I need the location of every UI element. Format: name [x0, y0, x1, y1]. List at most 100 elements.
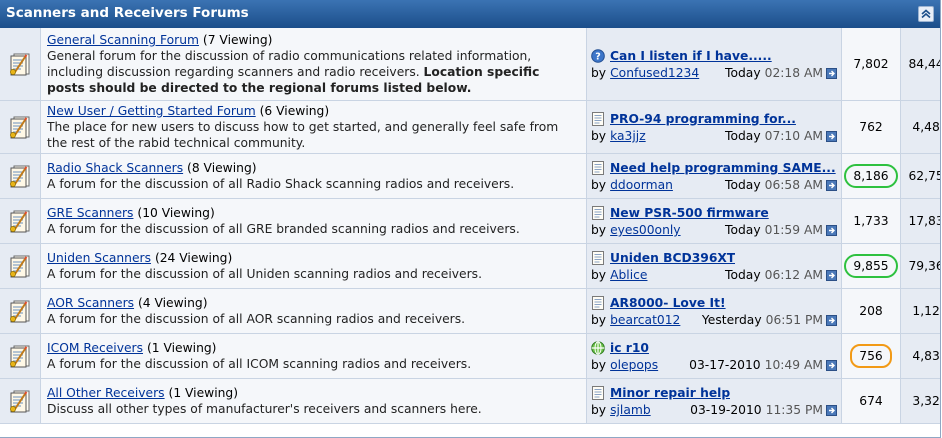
forum-name-link[interactable]: ICOM Receivers [47, 341, 143, 355]
threads-count-cell: 1,733 [841, 198, 901, 244]
by-label: by [591, 313, 607, 327]
forum-status-cell [0, 243, 41, 289]
by-label: by [591, 358, 607, 372]
go-to-last-post-icon[interactable] [826, 179, 837, 191]
go-to-last-post-icon[interactable] [826, 130, 837, 142]
forum-info-cell: AOR Scanners (4 Viewing) A forum for the… [40, 288, 587, 334]
last-post-time: 01:59 AM [764, 223, 823, 237]
forum-row: New User / Getting Started Forum (6 View… [0, 100, 940, 154]
threads-count: 1,733 [853, 214, 889, 228]
threads-count: 756 [850, 344, 892, 368]
last-post-title-link[interactable]: AR8000- Love It! [610, 296, 726, 310]
forum-status-cell [0, 288, 41, 334]
last-post-time: 02:18 AM [764, 66, 823, 80]
go-to-last-post-icon[interactable] [826, 404, 837, 416]
last-post-date: Today [725, 268, 761, 282]
forum-status-cell [0, 198, 41, 244]
threads-count-cell: 674 [841, 378, 901, 424]
last-post-title-link[interactable]: Need help programming SAME... [610, 161, 836, 175]
viewing-count: (7 Viewing) [202, 33, 273, 47]
last-post-user-link[interactable]: sjlamb [610, 403, 690, 417]
forum-status-icon [10, 345, 30, 368]
viewing-count: (24 Viewing) [154, 251, 233, 265]
last-post-title-link[interactable]: New PSR-500 firmware [610, 206, 769, 220]
forum-row: ICOM Receivers (1 Viewing) A forum for t… [0, 333, 940, 379]
last-post-title-link[interactable]: Uniden BCD396XT [610, 251, 735, 265]
posts-count-cell: 4,833 [900, 333, 940, 379]
forum-status-cell [0, 333, 41, 379]
threads-count: 8,186 [844, 164, 898, 188]
threads-count-cell: 9,855 [841, 243, 901, 289]
by-label: by [591, 178, 607, 192]
posts-count-cell: 62,759 [900, 153, 940, 199]
forum-status-icon [10, 300, 30, 323]
threads-count: 762 [859, 120, 883, 134]
forum-name-link[interactable]: Uniden Scanners [47, 251, 151, 265]
forum-row: Radio Shack Scanners (8 Viewing) A forum… [0, 153, 940, 199]
posts-count-cell: 84,446 [900, 28, 940, 101]
forum-info-cell: New User / Getting Started Forum (6 View… [40, 100, 587, 154]
forum-name-link[interactable]: General Scanning Forum [47, 33, 199, 47]
forum-name-link[interactable]: All Other Receivers [47, 386, 165, 400]
forum-name-link[interactable]: AOR Scanners [47, 296, 134, 310]
last-post-time: 07:10 AM [764, 129, 823, 143]
last-post-user-link[interactable]: Confused1234 [610, 66, 710, 80]
collapse-icon[interactable] [918, 6, 934, 22]
last-post-title-link[interactable]: ic r10 [610, 341, 649, 355]
forum-info-cell: All Other Receivers (1 Viewing) Discuss … [40, 378, 587, 424]
threads-count-cell: 756 [841, 333, 901, 379]
last-post-title-link[interactable]: Minor repair help [610, 386, 730, 400]
last-post-user-link[interactable]: eyes00only [610, 223, 710, 237]
posts-count: 79,362 [908, 259, 940, 273]
forum-status-icon [10, 390, 30, 413]
last-post-title-link[interactable]: Can I listen if I have..... [610, 49, 772, 63]
last-post-user-link[interactable]: bearcat012 [610, 313, 702, 327]
go-to-last-post-icon[interactable] [826, 359, 837, 371]
go-to-last-post-icon[interactable] [826, 224, 837, 236]
forum-info-cell: GRE Scanners (10 Viewing) A forum for th… [40, 198, 587, 244]
last-post-time: 06:58 AM [764, 178, 823, 192]
threads-count: 9,855 [844, 254, 898, 278]
posts-count-cell: 3,323 [900, 378, 940, 424]
forum-name-link[interactable]: Radio Shack Scanners [47, 161, 183, 175]
posts-count: 62,759 [908, 169, 940, 183]
last-post-date: Today [725, 178, 761, 192]
posts-count-cell: 1,126 [900, 288, 940, 334]
last-post-date: Yesterday [701, 313, 762, 327]
viewing-count: (10 Viewing) [137, 206, 215, 220]
forum-description-text: A forum for the discussion of all Uniden… [47, 267, 482, 281]
last-post-cell: AR8000- Love It! by bearcat012 Yesterday… [586, 288, 842, 334]
posts-count: 84,446 [908, 57, 940, 71]
go-to-last-post-icon[interactable] [826, 314, 837, 326]
viewing-count: (8 Viewing) [187, 161, 257, 175]
go-to-last-post-icon[interactable] [826, 67, 837, 79]
document-icon [591, 295, 605, 310]
forum-name-link[interactable]: GRE Scanners [47, 206, 133, 220]
forum-description: A forum for the discussion of all AOR sc… [47, 311, 580, 327]
go-to-last-post-icon[interactable] [826, 269, 837, 281]
last-post-time: 06:12 AM [764, 268, 823, 282]
last-post-title-link[interactable]: PRO-94 programming for... [610, 112, 796, 126]
last-post-cell: Minor repair help by sjlamb 03-19-2010 1… [586, 378, 842, 424]
last-post-user-link[interactable]: ddoorman [610, 178, 710, 192]
threads-count-cell: 762 [841, 100, 901, 154]
last-post-user-link[interactable]: Ablice [610, 268, 710, 282]
last-post-cell: ? Can I listen if I have..... by Confuse… [586, 28, 842, 101]
forum-name-link[interactable]: New User / Getting Started Forum [47, 104, 256, 118]
forum-status-icon [10, 53, 30, 76]
forum-description-text: Discuss all other types of manufacturer'… [47, 402, 482, 416]
by-label: by [591, 403, 607, 417]
last-post-user-link[interactable]: olepops [610, 358, 689, 372]
forum-description: The place for new users to discuss how t… [47, 119, 580, 151]
forum-info-cell: Radio Shack Scanners (8 Viewing) A forum… [40, 153, 587, 199]
forum-info-cell: General Scanning Forum (7 Viewing) Gener… [40, 28, 587, 101]
forum-description: Discuss all other types of manufacturer'… [47, 401, 580, 417]
by-label: by [591, 129, 607, 143]
posts-count-cell: 4,487 [900, 100, 940, 154]
forum-row: AOR Scanners (4 Viewing) A forum for the… [0, 288, 940, 334]
forum-row: GRE Scanners (10 Viewing) A forum for th… [0, 198, 940, 244]
last-post-user-link[interactable]: ka3jjz [610, 129, 710, 143]
forum-description-text: The place for new users to discuss how t… [47, 120, 559, 150]
posts-count-cell: 79,362 [900, 243, 940, 289]
last-post-date: Today [725, 223, 761, 237]
